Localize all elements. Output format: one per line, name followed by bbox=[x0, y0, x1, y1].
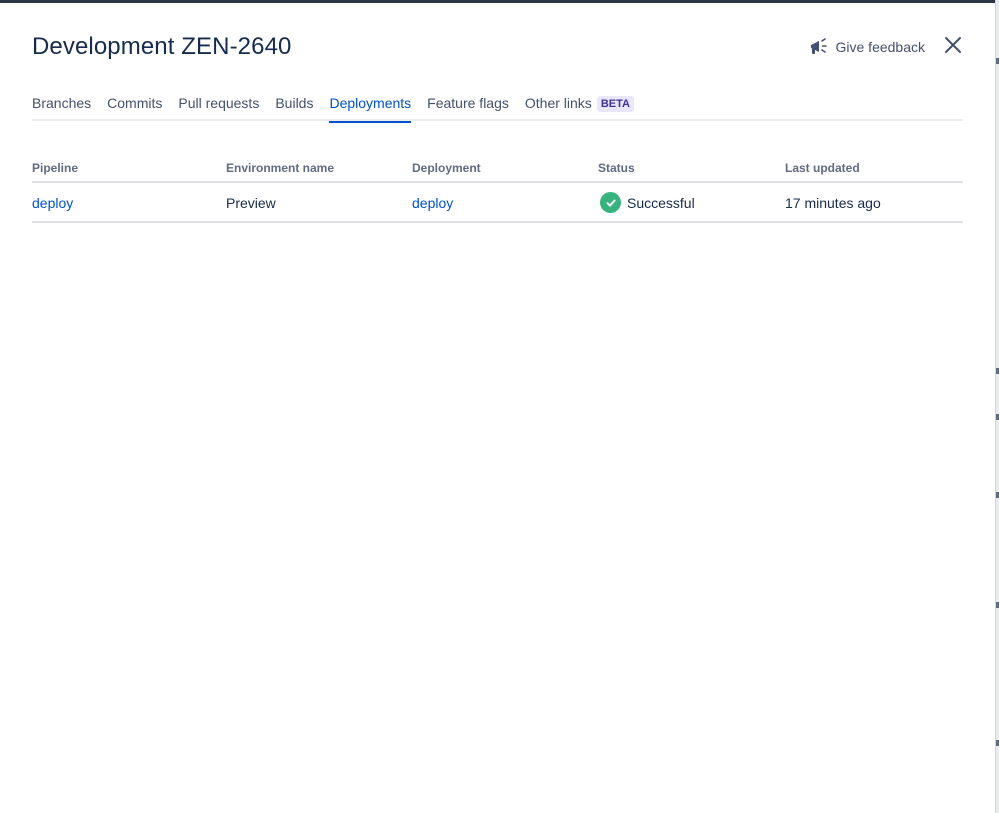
tab-builds[interactable]: Builds bbox=[275, 91, 313, 121]
tab-feature-flags[interactable]: Feature flags bbox=[427, 91, 509, 121]
pipeline-cell: deploy bbox=[32, 182, 226, 223]
header-actions: Give feedback bbox=[808, 36, 964, 59]
tab-label: Pull requests bbox=[178, 95, 260, 111]
column-header-status[interactable]: Status bbox=[598, 157, 785, 183]
tab-other-links[interactable]: Other links BETA bbox=[525, 91, 634, 121]
tab-label: Branches bbox=[32, 95, 92, 111]
table-header-row: Pipeline Environment name Deployment Sta… bbox=[32, 157, 963, 183]
tab-label: Commits bbox=[107, 95, 163, 111]
tab-label: Other links bbox=[524, 95, 592, 111]
close-button[interactable] bbox=[943, 36, 963, 59]
tab-label: Feature flags bbox=[427, 95, 509, 111]
tab-bar: Branches Commits Pull requests Builds De… bbox=[32, 91, 963, 123]
deployment-link[interactable]: deploy bbox=[412, 195, 453, 211]
megaphone-icon bbox=[808, 37, 830, 57]
tab-branches[interactable]: Branches bbox=[32, 91, 91, 121]
environment-cell: Preview bbox=[226, 182, 412, 223]
give-feedback-button[interactable]: Give feedback bbox=[808, 37, 926, 57]
status-text: Successful bbox=[627, 194, 695, 211]
tab-commits[interactable]: Commits bbox=[107, 91, 162, 121]
pipeline-link[interactable]: deploy bbox=[32, 195, 73, 211]
check-circle-icon bbox=[600, 192, 621, 213]
deployment-cell: deploy bbox=[412, 182, 598, 223]
dialog-header: Development ZEN-2640 Give feedback bbox=[32, 29, 963, 65]
tab-pull-requests[interactable]: Pull requests bbox=[178, 91, 259, 121]
tab-label: Deployments bbox=[329, 95, 412, 111]
dialog-title: Development ZEN-2640 bbox=[32, 33, 292, 60]
background-window-edge-right bbox=[995, 0, 999, 813]
tab-deployments[interactable]: Deployments bbox=[329, 91, 412, 123]
column-header-pipeline[interactable]: Pipeline bbox=[32, 157, 226, 183]
last-updated-cell: 17 minutes ago bbox=[785, 182, 963, 223]
table-row: deploy Preview deploy Successful 17 minu… bbox=[32, 182, 963, 223]
deployments-table: Pipeline Environment name Deployment Sta… bbox=[32, 157, 963, 223]
close-icon bbox=[944, 36, 962, 59]
column-header-deployment[interactable]: Deployment bbox=[412, 157, 598, 183]
beta-badge: BETA bbox=[596, 96, 634, 112]
tab-label: Builds bbox=[275, 95, 314, 111]
status-indicator: Successful bbox=[598, 192, 785, 213]
status-cell: Successful bbox=[598, 182, 785, 223]
column-header-last-updated[interactable]: Last updated bbox=[785, 157, 963, 183]
column-header-environment[interactable]: Environment name bbox=[226, 157, 412, 183]
development-dialog: Development ZEN-2640 Give feedback Branc… bbox=[0, 3, 995, 813]
give-feedback-label: Give feedback bbox=[835, 39, 926, 55]
